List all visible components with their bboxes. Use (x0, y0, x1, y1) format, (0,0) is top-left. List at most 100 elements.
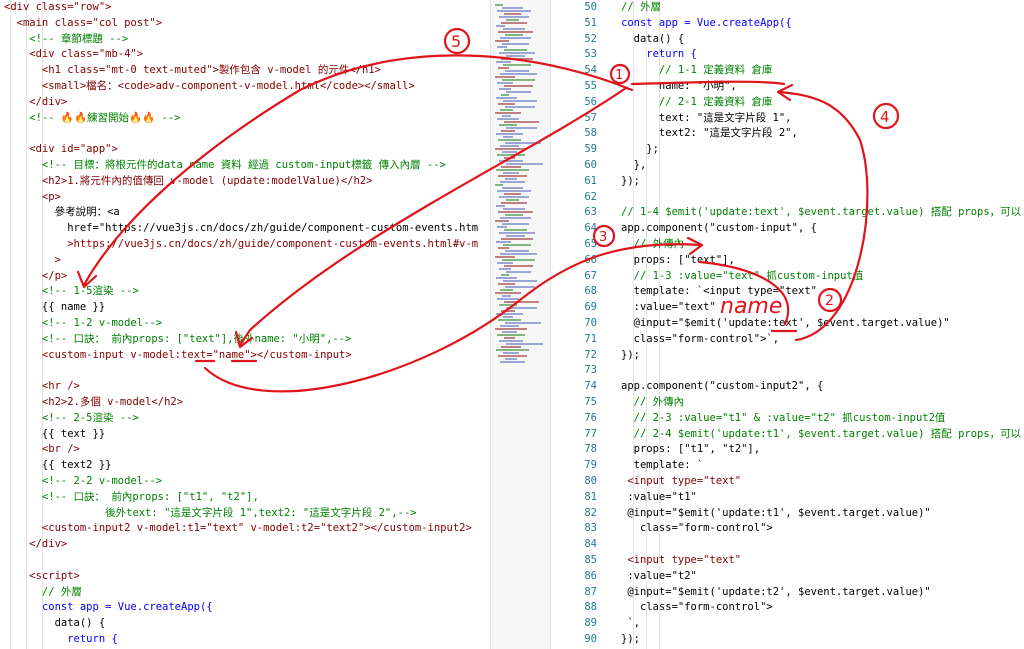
code-line[interactable]: 77 // 2-4 $emit('update:t1', $event.targ… (551, 427, 1024, 443)
code-line[interactable]: >https://vue3js.cn/docs/zh/guide/compone… (0, 237, 490, 253)
code-line[interactable]: 56 // 2-1 定義資料 倉庫 (551, 95, 1024, 111)
code-line[interactable]: 74 app.component("custom-input2", { (551, 379, 1024, 395)
code-line[interactable]: 71 class="form-control">`, (551, 332, 1024, 348)
code-text: name: "小明", (621, 80, 737, 92)
code-line[interactable]: 68 template: `<input type="text" (551, 284, 1024, 300)
code-line[interactable]: 81 :value="t1" (551, 490, 1024, 506)
code-line[interactable]: <!-- 2-5渲染 --> (0, 411, 490, 427)
code-line[interactable]: <div class="mb-4"> (0, 47, 490, 63)
code-line[interactable]: 69 :value="text" (551, 300, 1024, 316)
code-line[interactable]: 後外text: "這是文字片段 1",text2: "這是文字片段 2",--> (0, 506, 490, 522)
minimap-stroke (504, 121, 539, 123)
code-line[interactable]: <div class="row"> (0, 0, 490, 16)
code-line[interactable] (0, 553, 490, 569)
code-line[interactable]: <p> (0, 190, 490, 206)
code-line[interactable]: 83 class="form-control"> (551, 521, 1024, 537)
code-line[interactable]: <h1 class="mt-0 text-muted">製作包含 v-model… (0, 63, 490, 79)
minimap-stroke (504, 193, 521, 195)
minimap-stroke (506, 271, 531, 273)
minimap-stroke (500, 73, 537, 75)
code-line[interactable]: 50 // 外層 (551, 0, 1024, 16)
code-line[interactable]: href="https://vue3js.cn/docs/zh/guide/co… (0, 221, 490, 237)
code-line[interactable]: 85 <input type="text" (551, 553, 1024, 569)
code-line[interactable]: <!-- 🔥🔥練習開始🔥🔥 --> (0, 111, 490, 127)
code-line[interactable]: 88 class="form-control"> (551, 600, 1024, 616)
code-line[interactable]: <!-- 1-2 v-model--> (0, 316, 490, 332)
code-line[interactable]: 72}); (551, 348, 1024, 364)
code-text: {{ text2 }} (4, 459, 112, 472)
code-line[interactable]: 82 @input="$emit('update:t1', $event.tar… (551, 506, 1024, 522)
code-line[interactable]: 76 // 2-3 :value="t1" & :value="t2" 抓cus… (551, 411, 1024, 427)
code-line[interactable]: 54 // 1-1 定義資料 倉庫 (551, 63, 1024, 79)
minimap[interactable] (490, 0, 551, 649)
code-line[interactable]: 51 const app = Vue.createApp({ (551, 16, 1024, 32)
code-text: }); (621, 348, 640, 361)
code-line[interactable]: <main class="col post"> (0, 16, 490, 32)
code-line[interactable]: 58 text2: "這是文字片段 2", (551, 126, 1024, 142)
code-line[interactable]: <custom-input2 v-model:t1="text" v-model… (0, 521, 490, 537)
minimap-stroke (501, 346, 521, 348)
code-line[interactable]: <script> (0, 569, 490, 585)
code-line[interactable]: <br /> (0, 442, 490, 458)
code-line[interactable]: data() { (0, 616, 490, 632)
minimap-stroke (497, 334, 525, 336)
code-line[interactable]: > (0, 253, 490, 269)
code-line[interactable]: 62 (551, 190, 1024, 206)
code-line[interactable]: 61}); (551, 174, 1024, 190)
code-line[interactable]: 63 // 1-4 $emit('update:text', $event.tar… (551, 205, 1024, 221)
code-line[interactable]: 66 props: ["text"], (551, 253, 1024, 269)
code-line[interactable]: <small>檔名：<code>adv-component-v-model.ht… (0, 79, 490, 95)
code-line[interactable]: <!-- 口訣： 前內props: ["text"],後外name: "小明",… (0, 332, 490, 348)
code-line[interactable]: 84 (551, 537, 1024, 553)
code-line[interactable]: </p> (0, 269, 490, 285)
code-line[interactable]: 78 props: ["t1", "t2"], (551, 442, 1024, 458)
code-line[interactable]: 80 <input type="text" (551, 474, 1024, 490)
code-text: // 外傳內 (621, 238, 685, 250)
code-line[interactable]: return { (0, 632, 490, 648)
code-line[interactable]: {{ text }} (0, 427, 490, 443)
code-line[interactable]: 67 // 1-3 :value="text" 抓custom-input值 (551, 269, 1024, 285)
code-line[interactable]: 73 (551, 363, 1024, 379)
code-line[interactable]: <div id="app"> (0, 142, 490, 158)
code-line[interactable]: 64 app.component("custom-input", { (551, 221, 1024, 237)
code-line[interactable]: 70 @input="$emit('update:text', $event.t… (551, 316, 1024, 332)
code-line[interactable]: 89 `, (551, 616, 1024, 632)
code-line[interactable]: 90}); (551, 632, 1024, 648)
code-text: <!-- 2-2 v-model--> (4, 475, 163, 487)
code-line[interactable]: 60 }, (551, 158, 1024, 174)
code-line[interactable]: 52 data() { (551, 32, 1024, 48)
line-number: 59 (584, 143, 597, 156)
code-line[interactable]: <h2>1.將元件內的值傳回 v-model (update:modelValu… (0, 174, 490, 190)
editor-pane-right[interactable]: 50 // 外層 51 const app = Vue.createApp({52 d… (550, 0, 1024, 649)
code-line[interactable]: <!-- 2-2 v-model--> (0, 474, 490, 490)
code-line[interactable]: {{ text2 }} (0, 458, 490, 474)
code-line[interactable]: const app = Vue.createApp({ (0, 600, 490, 616)
code-line[interactable]: </div> (0, 537, 490, 553)
line-number: 82 (584, 506, 597, 519)
minimap-stroke (506, 127, 537, 129)
code-line[interactable]: 65 // 外傳內 (551, 237, 1024, 253)
code-line[interactable] (0, 363, 490, 379)
code-line[interactable]: 75 // 外傳內 (551, 395, 1024, 411)
code-line[interactable]: 53 return { (551, 47, 1024, 63)
code-line[interactable]: </div> (0, 95, 490, 111)
editor-pane-left[interactable]: <div class="row"> <main class="col post"… (0, 0, 490, 649)
code-line[interactable]: <!-- 口訣： 前內props: ["t1", "t2"], (0, 490, 490, 506)
code-line[interactable]: <h2>2.多個 v-model</h2> (0, 395, 490, 411)
code-line[interactable] (0, 126, 490, 142)
minimap-stroke (500, 361, 525, 363)
code-line[interactable]: 79 template: ` (551, 458, 1024, 474)
code-line[interactable]: <!-- 目標：將根元件的data name 資料 經過 custom-inpu… (0, 158, 490, 174)
code-line[interactable]: 參考說明：<a (0, 205, 490, 221)
code-line[interactable]: <hr /> (0, 379, 490, 395)
code-line[interactable]: 86 :value="t2" (551, 569, 1024, 585)
code-line[interactable]: <!-- 1-5渲染 --> (0, 284, 490, 300)
code-line[interactable]: 87 @input="$emit('update:t2', $event.tar… (551, 585, 1024, 601)
code-line[interactable]: 55 name: "小明", (551, 79, 1024, 95)
code-line[interactable]: {{ name }} (0, 300, 490, 316)
code-line[interactable]: <custom-input v-model:text="name"></cust… (0, 348, 490, 364)
code-line[interactable]: // 外層 (0, 585, 490, 601)
code-line[interactable]: 59 }; (551, 142, 1024, 158)
code-line[interactable]: 57 text: "這是文字片段 1", (551, 111, 1024, 127)
code-line[interactable]: <!-- 章節標題 --> (0, 32, 490, 48)
